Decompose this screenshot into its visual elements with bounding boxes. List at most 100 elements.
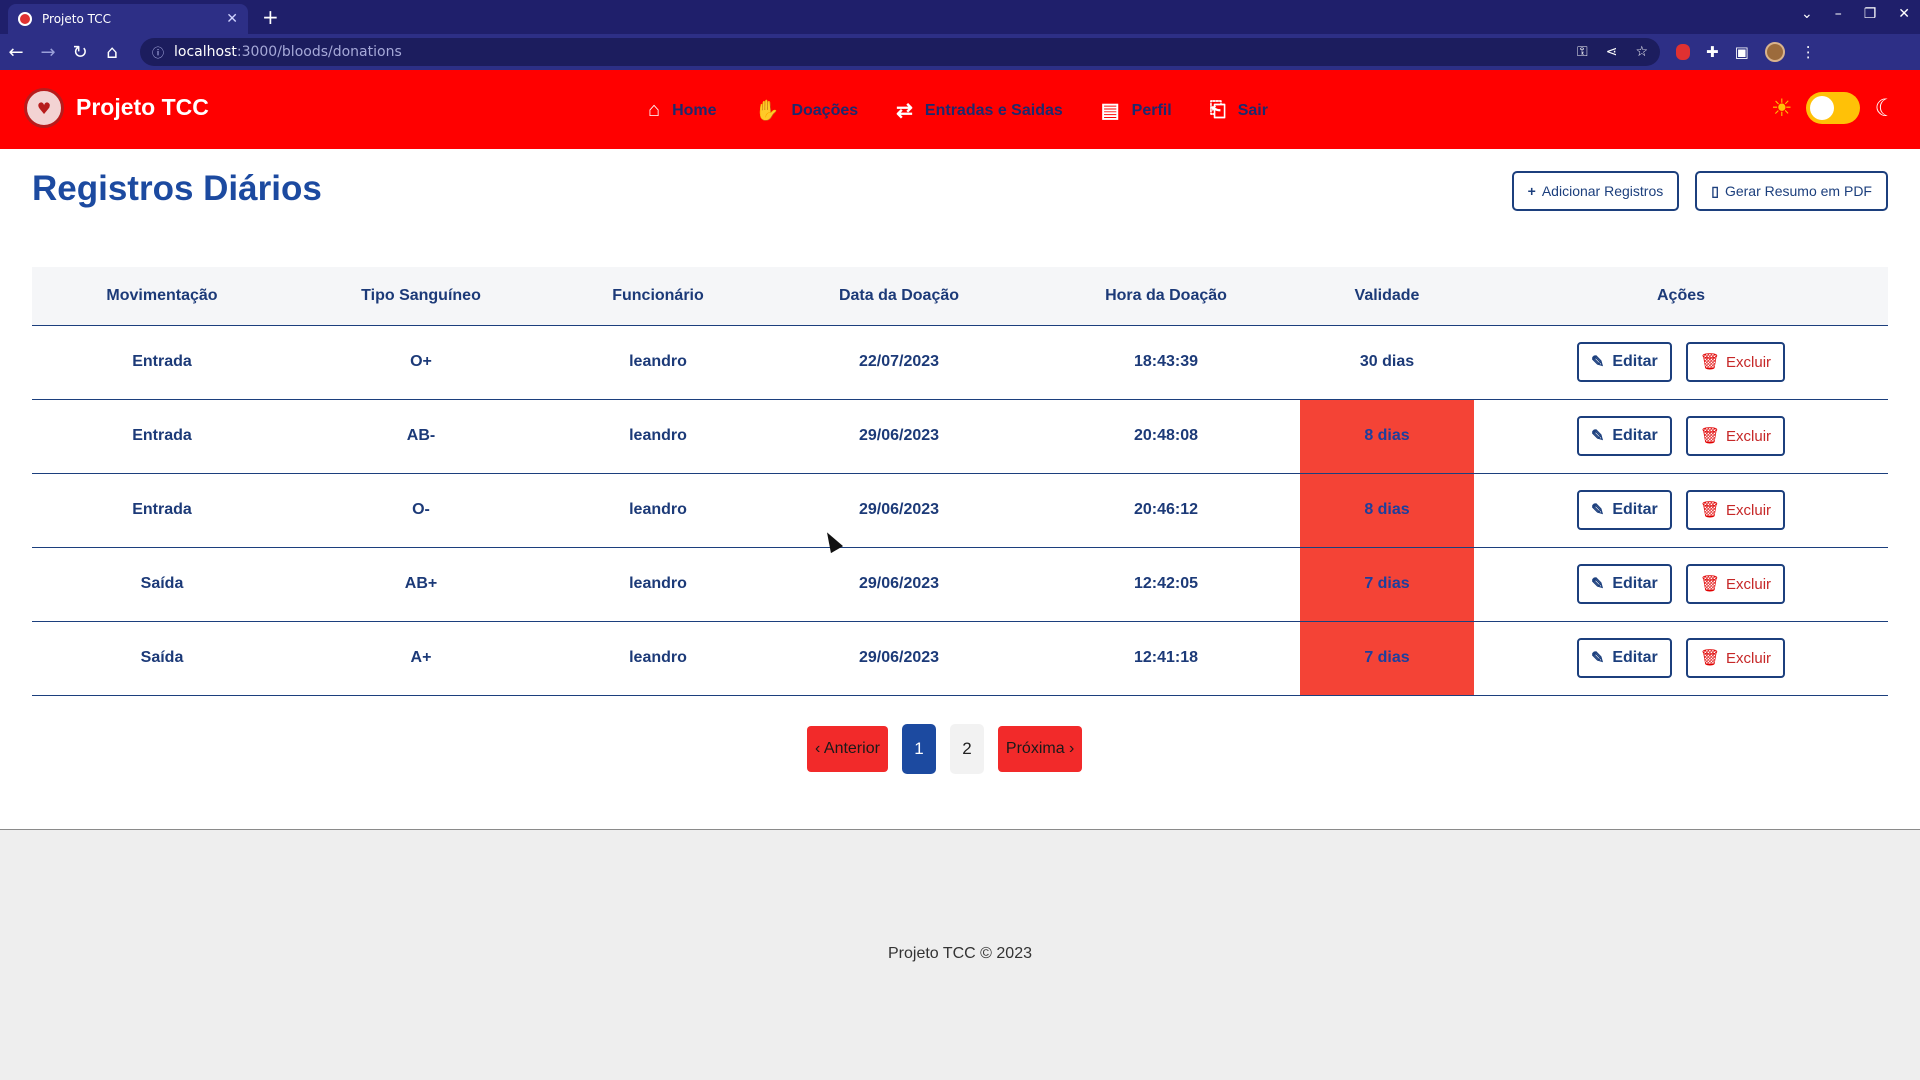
- browser-tab[interactable]: Projeto TCC ✕: [8, 4, 248, 34]
- theme-toggle[interactable]: [1806, 92, 1861, 124]
- cell-data-doacao: 29/06/2023: [766, 473, 1032, 548]
- table-row: Entrada AB-leandro 29/06/2023 20:48:08 8 dia…: [32, 399, 1888, 474]
- site-info-icon[interactable]: ⓘ: [152, 44, 164, 61]
- delete-button[interactable]: 🗑 Excluir: [1685, 638, 1786, 678]
- table-row: Saída AB+ leandro 29/06/2023 12:42:05 7 dias ✎…: [32, 547, 1888, 622]
- cell-hora-doacao: 20:48:08: [1032, 399, 1300, 474]
- share-icon[interactable]: ⋖: [1606, 44, 1618, 60]
- trash-icon: 🗑: [1699, 576, 1721, 593]
- tab-search-icon[interactable]: ⌄: [1801, 6, 1813, 22]
- cell-tipo-sanguineo: O+: [292, 325, 550, 400]
- generate-pdf-button[interactable]: ▯ Gerar Resumo em PDF: [1695, 171, 1888, 211]
- cell-validade: 7 dias: [1300, 621, 1474, 696]
- brand-logo[interactable]: ♥: [24, 88, 64, 128]
- edit-button[interactable]: ✎ Editar: [1576, 416, 1672, 456]
- nav-sair-label: Sair: [1237, 101, 1268, 119]
- key-icon[interactable]: ⚿: [1577, 44, 1588, 60]
- sun-icon: ☀: [1770, 94, 1793, 122]
- edit-button[interactable]: ✎ Editar: [1576, 342, 1672, 382]
- toggle-knob: [1810, 96, 1835, 120]
- delete-button[interactable]: 🗑 Excluir: [1685, 342, 1786, 382]
- edit-button[interactable]: ✎ Editar: [1576, 564, 1672, 604]
- window-controls: ⌄ – ❐ ✕: [1801, 6, 1910, 22]
- table-header-row: Movimentação Tipo Sanguíneo Funcionário …: [32, 267, 1888, 326]
- cell-validade: 7 dias: [1300, 547, 1474, 622]
- edit-label: Editar: [1612, 575, 1658, 592]
- header-data-doacao: Data da Doação: [766, 267, 1032, 326]
- add-records-button[interactable]: + Adicionar Registros: [1511, 171, 1680, 211]
- header-validade: Validade: [1300, 267, 1474, 326]
- minimize-icon[interactable]: –: [1835, 6, 1842, 22]
- delete-button[interactable]: 🗑 Excluir: [1685, 564, 1786, 604]
- record-extension-icon[interactable]: [1676, 44, 1690, 60]
- reload-icon[interactable]: ↻: [64, 42, 96, 63]
- nav-home[interactable]: ⌂ Home: [648, 94, 717, 123]
- row-actions: ✎ Editar 🗑 Excluir: [1474, 638, 1888, 678]
- home-browser-icon[interactable]: ⌂: [96, 42, 128, 63]
- pagination: ‹ Anterior 1 2 Próxima ›: [807, 724, 1083, 774]
- header-funcionario: Funcionário: [550, 267, 766, 326]
- url-host: localhost: [174, 44, 237, 60]
- cell-funcionario: leandro: [550, 325, 766, 400]
- cell-funcionario: leandro: [550, 399, 766, 474]
- window-close-icon[interactable]: ✕: [1898, 6, 1910, 22]
- cell-movimentacao: Entrada: [32, 399, 292, 474]
- profile-avatar[interactable]: [1764, 42, 1785, 62]
- nav-perfil[interactable]: ▤ Perfil: [1101, 94, 1172, 123]
- row-actions: ✎ Editar 🗑 Excluir: [1474, 564, 1888, 604]
- back-icon[interactable]: ←: [0, 42, 32, 63]
- cell-movimentacao: Saída: [32, 621, 292, 696]
- nav-home-label: Home: [672, 101, 717, 119]
- cell-acoes: ✎ Editar 🗑 Excluir: [1474, 621, 1888, 696]
- logout-door-icon: ⎗: [1209, 99, 1226, 121]
- forward-icon[interactable]: →: [32, 42, 64, 63]
- footer-copyright: Projeto TCC © 2023: [887, 945, 1032, 962]
- page-2-button[interactable]: 2: [949, 724, 984, 774]
- edit-button[interactable]: ✎ Editar: [1576, 490, 1672, 530]
- tab-title: Projeto TCC: [42, 12, 111, 26]
- nav-entradas-saidas[interactable]: ⇄ Entradas e Saidas: [896, 94, 1063, 123]
- bookmark-star-icon[interactable]: ☆: [1635, 44, 1648, 60]
- nav-doacoes-label: Doações: [791, 101, 859, 119]
- cell-funcionario: leandro: [550, 621, 766, 696]
- edit-pencil-icon: ✎: [1590, 502, 1605, 519]
- address-bar[interactable]: ⓘ localhost :3000/bloods/donations ⚿ ⋖ ☆: [140, 38, 1660, 66]
- edit-label: Editar: [1612, 427, 1658, 444]
- brand-name[interactable]: Projeto TCC: [76, 94, 209, 121]
- generate-pdf-label: Gerar Resumo em PDF: [1724, 183, 1872, 199]
- nav-sair[interactable]: ⎗ Sair: [1210, 94, 1268, 123]
- delete-label: Excluir: [1726, 353, 1772, 371]
- header-tipo-sanguineo: Tipo Sanguíneo: [292, 267, 550, 326]
- cell-funcionario: leandro: [550, 547, 766, 622]
- nav-doacoes[interactable]: ✋ Doações: [755, 94, 859, 123]
- table-row: Entrada O-leandro 29/06/2023 20:46:12 8 dias…: [32, 473, 1888, 548]
- pagination-next-button[interactable]: Próxima ›: [997, 726, 1083, 772]
- pagination-prev-button[interactable]: ‹ Anterior: [807, 726, 888, 772]
- delete-button[interactable]: 🗑 Excluir: [1685, 490, 1786, 530]
- cell-acoes: ✎ Editar 🗑 Excluir: [1474, 547, 1888, 622]
- row-actions: ✎ Editar 🗑 Excluir: [1474, 416, 1888, 456]
- page-actions: + Adicionar Registros ▯ Gerar Resumo em …: [1511, 171, 1888, 211]
- page-title: Registros Diários: [32, 169, 322, 208]
- delete-button[interactable]: 🗑 Excluir: [1685, 416, 1786, 456]
- edit-button[interactable]: ✎ Editar: [1576, 638, 1672, 678]
- page-1-button[interactable]: 1: [901, 724, 936, 774]
- delete-label: Excluir: [1726, 427, 1772, 445]
- side-panel-icon[interactable]: ▣: [1735, 43, 1749, 61]
- delete-label: Excluir: [1726, 649, 1772, 667]
- restore-icon[interactable]: ❐: [1864, 6, 1877, 22]
- trash-icon: 🗑: [1699, 354, 1721, 371]
- delete-label: Excluir: [1726, 501, 1772, 519]
- row-actions: ✎ Editar 🗑 Excluir: [1474, 342, 1888, 382]
- new-tab-button[interactable]: +: [262, 6, 279, 28]
- cell-data-doacao: 29/06/2023: [766, 621, 1032, 696]
- moon-icon: ☾: [1874, 94, 1896, 122]
- browser-menu-icon[interactable]: ⋮: [1801, 43, 1816, 61]
- favicon-icon: [18, 12, 32, 26]
- arrows-exchange-icon: ⇄: [896, 100, 913, 122]
- extensions-puzzle-icon[interactable]: ✚: [1706, 43, 1719, 61]
- extensions-area: ✚ ▣ ⋮: [1676, 42, 1816, 62]
- tab-close-icon[interactable]: ✕: [226, 11, 238, 27]
- nav-entradas-label: Entradas e Saidas: [924, 101, 1063, 119]
- trash-icon: 🗑: [1699, 502, 1721, 519]
